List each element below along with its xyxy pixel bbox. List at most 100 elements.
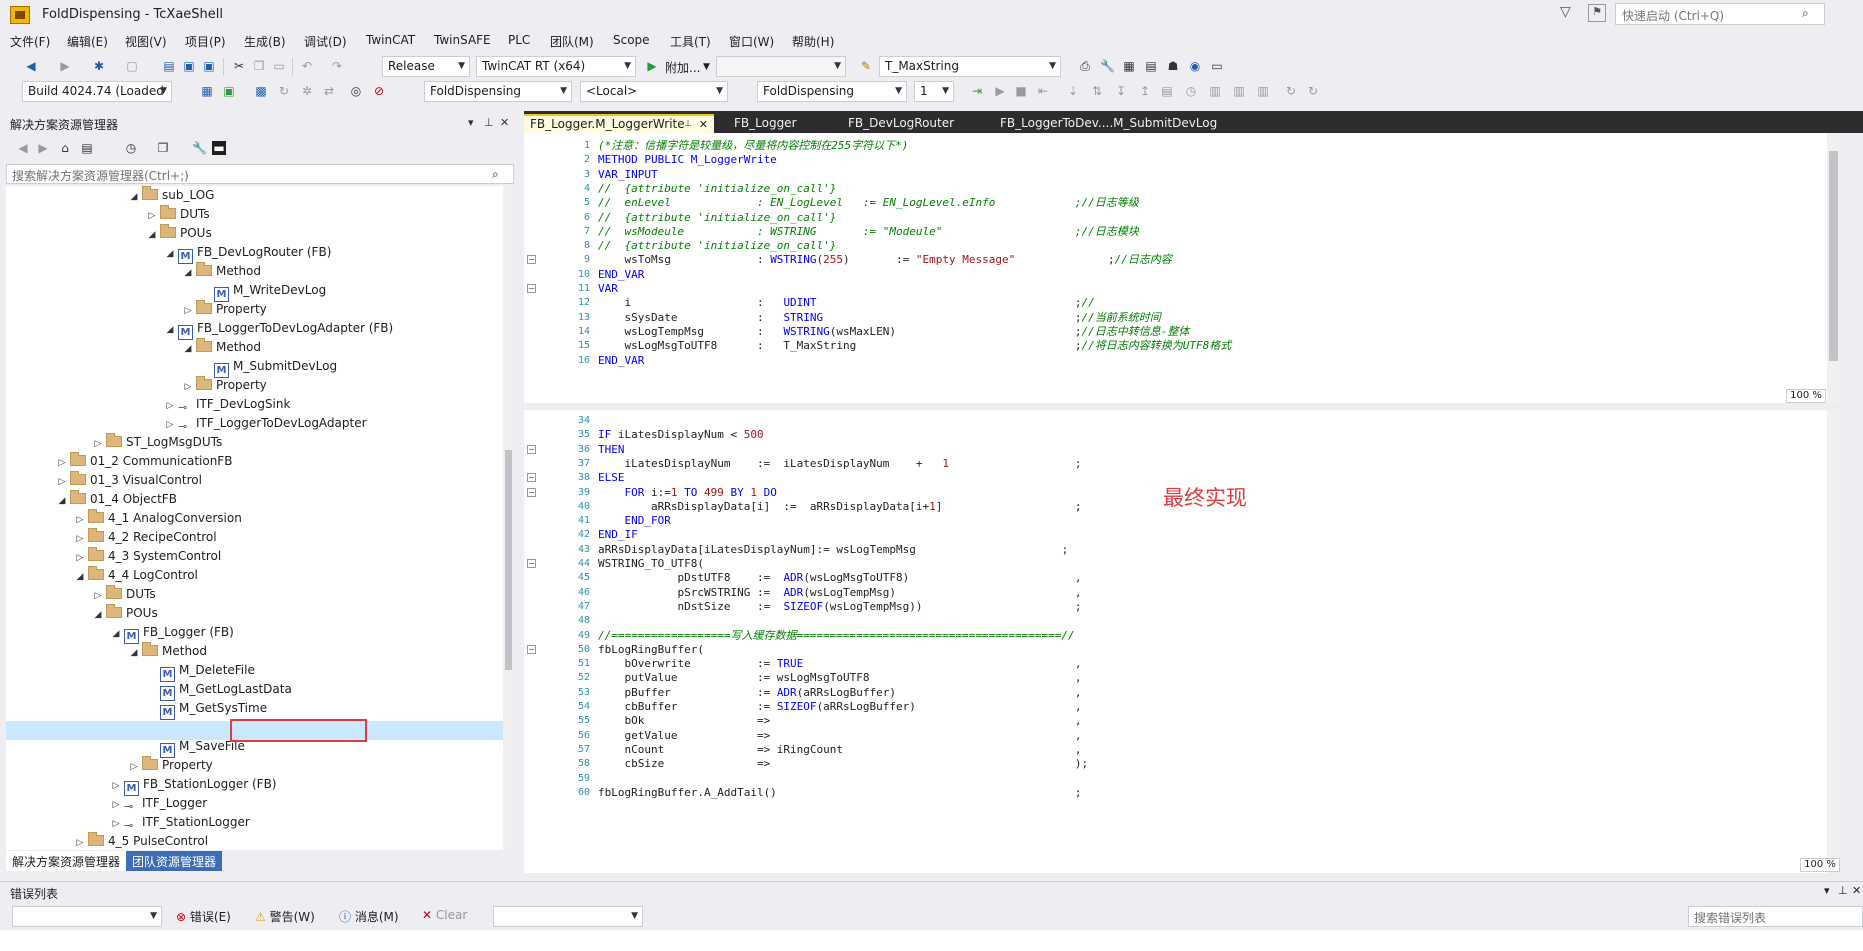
tree-node[interactable]: M M_DeleteFile [146, 661, 255, 682]
properties-wrench-icon[interactable]: 🔧 [192, 141, 207, 155]
plc-start-icon[interactable]: ▶ [993, 84, 1007, 98]
tree-node[interactable]: M M_GetSysTime [146, 699, 267, 720]
empty-select[interactable]: ▼ [716, 56, 846, 77]
collapse-arrow-icon[interactable]: ◢ [56, 492, 68, 511]
sync-icon[interactable]: ↻ [1306, 84, 1320, 98]
tree-node[interactable]: ◢ M FB_LoggerToDevLogAdapter (FB) [164, 319, 393, 340]
globe-icon[interactable]: ◉ [1188, 59, 1202, 73]
tree-node[interactable]: ◢ 4_4 LogControl [74, 566, 198, 585]
feedback-icon[interactable]: ⚑ [1588, 4, 1606, 22]
messages-filter-button[interactable]: ⓘ 消息(M) [339, 908, 399, 925]
collapse-arrow-icon[interactable]: ◢ [182, 340, 194, 359]
menu-team[interactable]: 团队(M) [550, 33, 594, 50]
scan-icon[interactable]: ✲ [300, 84, 314, 98]
menu-build[interactable]: 生成(B) [244, 33, 286, 50]
history-icon[interactable]: ◷ [124, 141, 138, 155]
tree-node[interactable]: ▷ Property [182, 376, 267, 395]
build-select[interactable]: Build 4024.74 (Loaded ▼ [22, 81, 172, 102]
dropdown-icon[interactable]: ▾ [468, 116, 474, 129]
menu-window[interactable]: 窗口(W) [729, 33, 774, 50]
close-icon[interactable]: ✕ [500, 116, 509, 129]
menu-debug[interactable]: 调试(D) [304, 33, 347, 50]
project-select[interactable]: FoldDispensing ▼ [424, 81, 572, 102]
tree-node[interactable]: ◢ Method [182, 262, 261, 281]
home-icon[interactable]: ⌂ [58, 141, 72, 155]
tree-node[interactable]: ◢ M FB_DevLogRouter (FB) [164, 243, 331, 264]
pin-icon[interactable]: ⊥ [1838, 884, 1848, 897]
write-icon[interactable]: ▥ [1232, 84, 1246, 98]
config-icon[interactable]: ▦ [200, 84, 214, 98]
menu-twinsafe[interactable]: TwinSAFE [434, 33, 491, 47]
new-project-icon[interactable]: ✱ [92, 59, 106, 73]
warnings-filter-button[interactable]: ⚠ 警告(W) [255, 908, 315, 925]
collapse-arrow-icon[interactable]: ◢ [92, 606, 104, 625]
scope-select[interactable]: ▼ [12, 906, 162, 927]
menu-help[interactable]: 帮助(H) [792, 33, 834, 50]
instance-select[interactable]: 1 ▼ [914, 81, 954, 102]
collapse-arrow-icon[interactable]: ◢ [110, 625, 122, 644]
activate-icon[interactable]: ▣ [222, 84, 236, 98]
output-icon[interactable]: ▭ [1210, 59, 1224, 73]
solution-search-input[interactable]: 搜索解决方案资源管理器(Ctrl+;) [6, 164, 514, 184]
toolbox-icon[interactable]: ▤ [1144, 59, 1158, 73]
quick-launch-input[interactable]: 快速启动 (Ctrl+Q) [1615, 3, 1825, 25]
tree-node[interactable]: ◢ POUs [92, 604, 158, 623]
plc-stop-icon[interactable]: ■ [1014, 84, 1028, 98]
tab-submitdevlog[interactable]: FB_LoggerToDev....M_SubmitDevLog [994, 114, 1223, 133]
fold-toggle-icon[interactable]: − [527, 255, 536, 265]
tree-node[interactable]: ◢ M FB_Logger (FB) [110, 623, 234, 644]
declaration-scrollbar[interactable] [1827, 133, 1840, 403]
zoom-level-top[interactable]: 100 % [1786, 389, 1826, 403]
tree-node[interactable]: M M_WriteDevLog [200, 281, 326, 302]
back-icon[interactable]: ◀ [16, 141, 30, 155]
fold-toggle-icon[interactable]: − [527, 473, 536, 483]
find-icon[interactable]: ⎙ [1078, 59, 1092, 73]
tab-m-loggerwrite[interactable]: FB_Logger.M_LoggerWrite ⊥ ✕ [524, 114, 714, 133]
menu-edit[interactable]: 编辑(E) [67, 33, 108, 50]
unforce-icon[interactable]: ▥ [1256, 84, 1270, 98]
menu-scope[interactable]: Scope [613, 33, 650, 47]
reload-icon[interactable]: ↻ [277, 84, 291, 98]
wrench-icon[interactable]: 🔧 [1100, 59, 1115, 73]
pin-icon[interactable]: ⊥ [484, 116, 494, 129]
collapse-arrow-icon[interactable]: ◢ [74, 568, 86, 587]
add-item-icon[interactable]: ▢ [125, 59, 139, 73]
tree-node[interactable]: ▷ DUTs [92, 585, 156, 604]
build-filter-select[interactable]: ▼ [493, 906, 643, 927]
fold-toggle-icon[interactable]: − [527, 559, 536, 568]
tree-node[interactable]: ▷ 01_3 VisualControl [56, 471, 202, 490]
menu-project[interactable]: 项目(P) [185, 33, 226, 50]
clear-button[interactable]: ✕ Clear [422, 908, 467, 922]
plc-project-select[interactable]: FoldDispensing ▼ [757, 81, 907, 102]
start-icon[interactable]: ▶ [645, 59, 659, 73]
tree-node[interactable]: ◢ POUs [146, 224, 212, 243]
menu-tools[interactable]: 工具(T) [670, 33, 711, 50]
collapse-arrow-icon[interactable]: ◢ [128, 188, 140, 207]
pin-icon[interactable]: ⊥ [684, 119, 692, 129]
fold-toggle-icon[interactable]: − [527, 487, 536, 497]
tree-node[interactable]: ▷ ⊸ ITF_Logger [110, 794, 208, 813]
tree-node[interactable]: ▷ ST_LogMsgDUTs [92, 433, 222, 452]
expand-arrow-icon[interactable]: ▷ [74, 834, 86, 850]
tree-scrollbar-thumb[interactable] [505, 450, 512, 670]
run-mode-icon[interactable]: ▩ [254, 84, 268, 98]
tree-node[interactable]: ▷ M FB_StationLogger (FB) [110, 775, 276, 796]
type-select[interactable]: T_MaxString ▼ [879, 56, 1061, 77]
close-icon[interactable]: ✕ [699, 118, 708, 131]
scrollbar-thumb[interactable] [1829, 151, 1838, 361]
collapse-icon[interactable]: ❐ [156, 141, 170, 155]
tab-fb-logger[interactable]: FB_Logger [728, 114, 803, 133]
target-icon[interactable]: ◎ [349, 84, 363, 98]
menu-twincat[interactable]: TwinCAT [366, 33, 415, 47]
tab-team-explorer[interactable]: 团队资源管理器 [126, 851, 223, 871]
collapse-arrow-icon[interactable]: ◢ [128, 644, 140, 663]
team-icon[interactable]: ☗ [1166, 59, 1180, 73]
menu-file[interactable]: 文件(F) [10, 33, 50, 50]
watch-icon[interactable]: ▤ [1160, 84, 1174, 98]
save-icon[interactable]: ▣ [182, 59, 196, 73]
declaration-editor[interactable]: 1 (*注意：信播字符是较量级，尽量将内容控制在255字符以下*) 2 METHOD … [524, 133, 1840, 403]
collapse-arrow-icon[interactable]: ◢ [182, 264, 194, 283]
tab-fb-devlogrouter[interactable]: FB_DevLogRouter [842, 114, 960, 133]
tree-node[interactable]: ▷ 4_5 PulseControl [74, 832, 208, 850]
implementation-scrollbar[interactable] [1827, 410, 1840, 873]
